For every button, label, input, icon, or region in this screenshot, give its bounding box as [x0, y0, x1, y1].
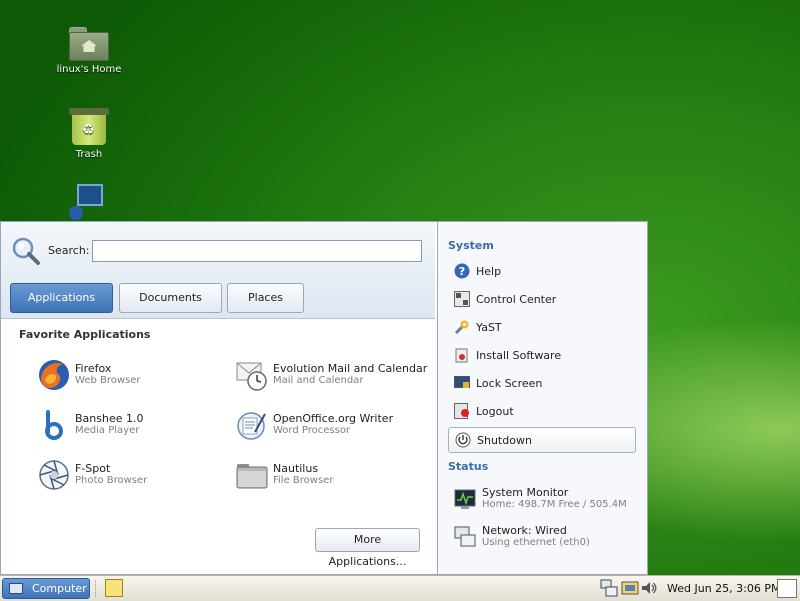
menu-header: Search: Applications Documents Places	[1, 222, 435, 319]
app-desc: File Browser	[273, 475, 334, 486]
evolution-icon	[236, 362, 267, 391]
app-name: Firefox	[75, 362, 112, 375]
network-computer-icon	[69, 184, 109, 220]
app-evolution[interactable]: Evolution Mail and Calendar Mail and Cal…	[235, 358, 428, 398]
install-software-icon	[455, 348, 468, 363]
status-item-system-monitor[interactable]: System Monitor Home: 498.7M Free / 505.4…	[448, 484, 643, 520]
svg-text:?: ?	[459, 265, 465, 278]
desktop-icon-label: linux's Home	[56, 64, 122, 75]
tab-applications[interactable]: Applications	[10, 283, 113, 313]
network-icon	[454, 526, 476, 547]
more-applications-button[interactable]: More Applications...	[315, 528, 420, 568]
banshee-icon	[45, 410, 63, 440]
system-item-label: Install Software	[476, 349, 562, 362]
status-item-desc: Home: 498.7M Free / 505.4M	[482, 499, 627, 510]
main-menu: Search: Applications Documents Places Fa…	[0, 221, 648, 575]
search-icon	[12, 237, 40, 265]
system-item-label: Help	[476, 265, 502, 278]
writer-icon	[237, 412, 266, 440]
home-folder-icon	[69, 27, 109, 61]
yast-icon	[454, 320, 469, 335]
desktop-icon-label: Trash	[75, 149, 103, 160]
app-desc: Photo Browser	[75, 475, 148, 486]
clock[interactable]: Wed Jun 25, 3:06 PM	[667, 582, 780, 595]
app-name: Evolution Mail and Calendar	[273, 362, 428, 375]
favorites-title: Favorite Applications	[19, 328, 151, 341]
app-nautilus[interactable]: Nautilus File Browser	[235, 458, 425, 498]
computer-menu-button[interactable]: Computer	[2, 578, 90, 599]
shutdown-icon	[455, 432, 471, 448]
desktop-icon-trash[interactable]: ♻ Trash	[44, 106, 134, 160]
control-center-icon	[454, 291, 470, 307]
app-name: Nautilus	[273, 462, 319, 475]
status-item-title: Network: Wired	[482, 524, 567, 537]
computer-icon	[9, 583, 23, 594]
app-name: Banshee 1.0	[75, 412, 144, 425]
volume-icon[interactable]	[640, 579, 658, 597]
system-item-control-center[interactable]: Control Center	[448, 287, 636, 313]
nautilus-icon	[236, 464, 268, 489]
taskbar: Computer Wed Jun 25, 3:06 PM	[0, 575, 800, 601]
app-oo-writer[interactable]: OpenOffice.org Writer Word Processor	[235, 408, 425, 448]
app-fspot[interactable]: F-Spot Photo Browser	[37, 458, 227, 498]
desktop-icon-network[interactable]	[44, 184, 134, 221]
show-desktop-icon[interactable]	[777, 579, 797, 598]
system-monitor-icon	[454, 489, 476, 509]
fspot-icon	[39, 460, 69, 490]
notes-icon[interactable]	[105, 579, 123, 597]
app-banshee[interactable]: Banshee 1.0 Media Player	[37, 408, 227, 448]
menu-right-pane: System ? Help Control Center YaST Instal…	[438, 222, 647, 574]
computer-button-label: Computer	[32, 582, 87, 595]
desktop-icon-home[interactable]: linux's Home	[44, 27, 134, 75]
app-name: F-Spot	[75, 462, 111, 475]
system-item-label: Logout	[476, 405, 514, 418]
menu-left-pane: Search: Applications Documents Places Fa…	[1, 222, 438, 574]
status-item-desc: Using ethernet (eth0)	[482, 537, 590, 548]
tab-documents[interactable]: Documents	[119, 283, 222, 313]
tab-places[interactable]: Places	[227, 283, 304, 313]
system-item-label: Shutdown	[477, 434, 532, 447]
logout-icon	[454, 403, 469, 419]
system-item-lock-screen[interactable]: Lock Screen	[448, 371, 636, 397]
app-desc: Word Processor	[273, 425, 351, 436]
network-tray-icon[interactable]	[600, 579, 618, 597]
app-desc: Media Player	[75, 425, 140, 436]
app-firefox[interactable]: Firefox Web Browser	[37, 358, 227, 398]
system-item-label: YaST	[476, 321, 502, 334]
system-item-label: Lock Screen	[476, 377, 543, 390]
app-name: OpenOffice.org Writer	[273, 412, 394, 425]
status-item-title: System Monitor	[482, 486, 569, 499]
update-tray-icon[interactable]	[621, 579, 639, 597]
lock-screen-icon	[454, 376, 470, 388]
search-label: Search:	[48, 244, 90, 257]
system-item-shutdown[interactable]: Shutdown	[448, 427, 636, 453]
status-heading: Status	[448, 460, 489, 473]
system-item-install-software[interactable]: Install Software	[448, 343, 636, 369]
panel-handle[interactable]	[95, 580, 99, 597]
firefox-icon	[39, 360, 69, 390]
system-item-help[interactable]: ? Help	[448, 259, 636, 285]
status-item-network[interactable]: Network: Wired Using ethernet (eth0)	[448, 522, 643, 558]
search-input[interactable]	[92, 240, 422, 262]
trash-icon: ♻	[69, 106, 109, 146]
system-item-label: Control Center	[476, 293, 557, 306]
app-desc: Web Browser	[75, 375, 141, 386]
help-icon: ?	[454, 263, 470, 279]
system-heading: System	[448, 239, 494, 252]
system-item-yast[interactable]: YaST	[448, 315, 636, 341]
system-item-logout[interactable]: Logout	[448, 399, 636, 425]
app-desc: Mail and Calendar	[273, 375, 364, 386]
